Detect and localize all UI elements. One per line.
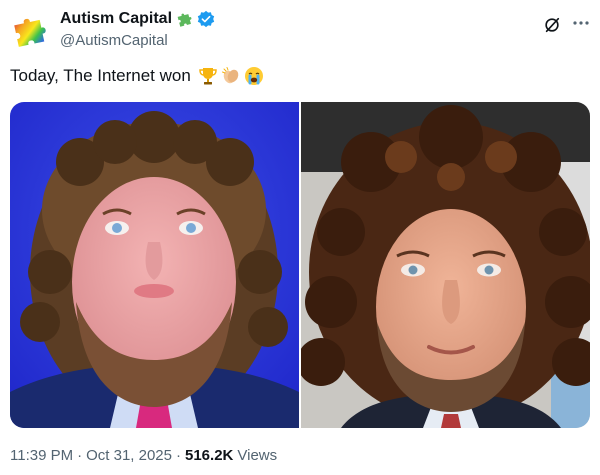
tweet-time[interactable]: 11:39 PM: [10, 447, 73, 464]
puzzle-piece-icon: [14, 18, 46, 47]
grok-icon[interactable]: [543, 16, 561, 34]
author-handle[interactable]: @AutismCapital: [60, 32, 168, 49]
tweet-media: [10, 102, 590, 428]
tweet-text-body: Today, The Internet won: [10, 66, 191, 85]
tweet-date[interactable]: Oct 31, 2025: [86, 447, 172, 464]
verified-badge-icon: [197, 10, 215, 28]
media-photo-left[interactable]: [10, 102, 299, 428]
meta-separator: ·: [176, 447, 181, 464]
views-label: Views: [237, 447, 278, 464]
photo-left-image: [10, 102, 299, 428]
trophy-icon: [198, 66, 218, 86]
tweet-meta: 11:39 PM · Oct 31, 2025 · 516.2K Views: [10, 447, 277, 464]
meta-separator: ·: [77, 447, 83, 464]
views-count[interactable]: 516.2K: [185, 447, 233, 464]
clapping-hands-icon: [221, 66, 241, 86]
more-icon[interactable]: [571, 13, 591, 33]
loudly-crying-face-icon: [244, 66, 264, 86]
photo-right-image: [301, 102, 590, 428]
avatar[interactable]: [10, 10, 52, 52]
author-display-name[interactable]: Autism Capital: [60, 10, 172, 28]
tweet-text: Today, The Internet won: [10, 66, 264, 86]
media-photo-right[interactable]: [301, 102, 590, 428]
author-name-row: Autism Capital: [60, 10, 215, 28]
green-puzzle-piece-icon: [176, 11, 193, 28]
